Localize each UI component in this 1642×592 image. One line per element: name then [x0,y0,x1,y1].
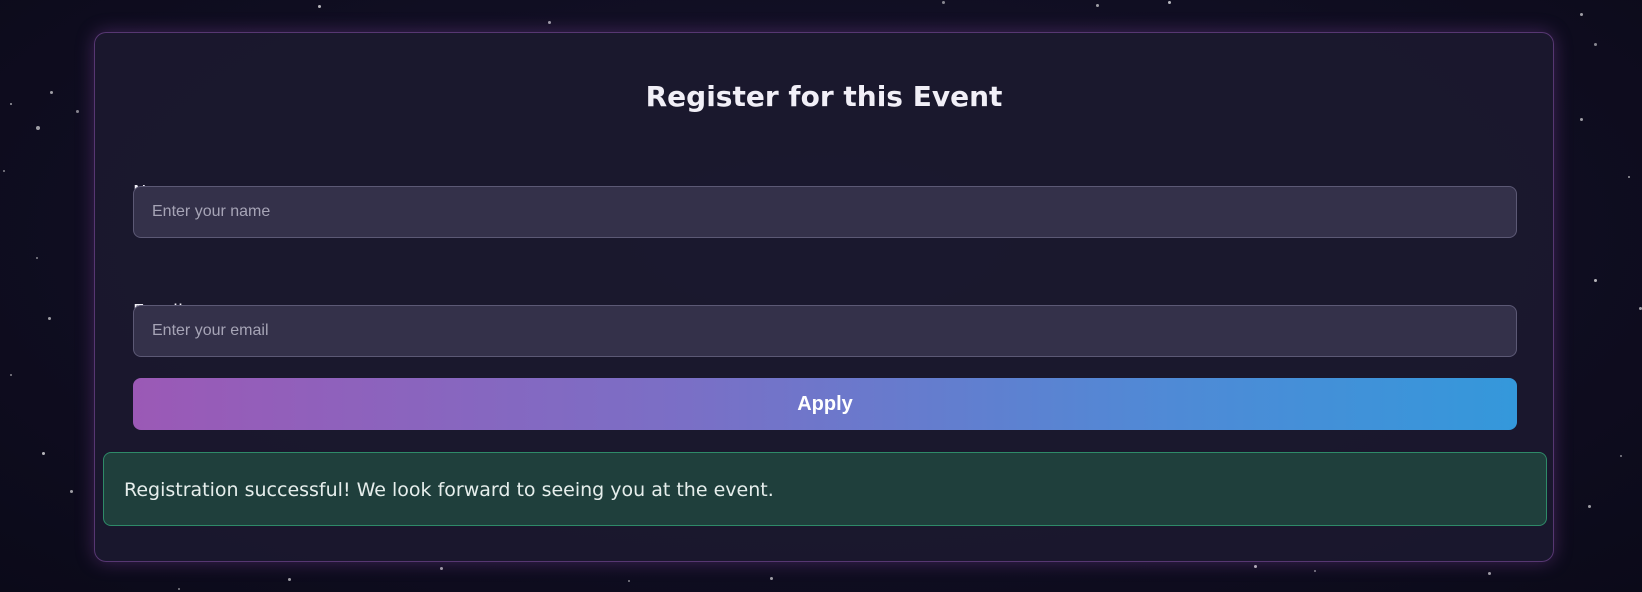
star [1168,1,1171,4]
star [3,170,5,172]
star [178,588,180,590]
star [48,317,51,320]
registration-card: Register for this Event Name Email Apply… [94,32,1554,562]
star [1314,570,1316,572]
star [1580,13,1583,16]
form-title: Register for this Event [645,80,1003,113]
star [942,1,945,4]
star [70,490,73,493]
star [548,21,551,24]
success-message-text: Registration successful! We look forward… [124,479,774,501]
star [1580,118,1583,121]
star [1594,43,1597,46]
star [36,126,40,130]
star [1628,176,1630,178]
success-message-banner: Registration successful! We look forward… [103,452,1547,526]
star [628,580,630,582]
star [50,91,53,94]
star [1254,565,1257,568]
star [1488,572,1491,575]
star [42,452,45,455]
star [1096,4,1099,7]
email-input[interactable] [133,305,1517,357]
star [770,577,773,580]
star [1594,279,1597,282]
star [1620,455,1622,457]
star [1588,505,1591,508]
name-input[interactable] [133,186,1517,238]
star [10,103,12,105]
star [76,110,79,113]
star [10,374,12,376]
star [440,567,443,570]
star [36,257,38,259]
star [318,5,321,8]
star [288,578,291,581]
apply-button[interactable]: Apply [133,378,1517,430]
